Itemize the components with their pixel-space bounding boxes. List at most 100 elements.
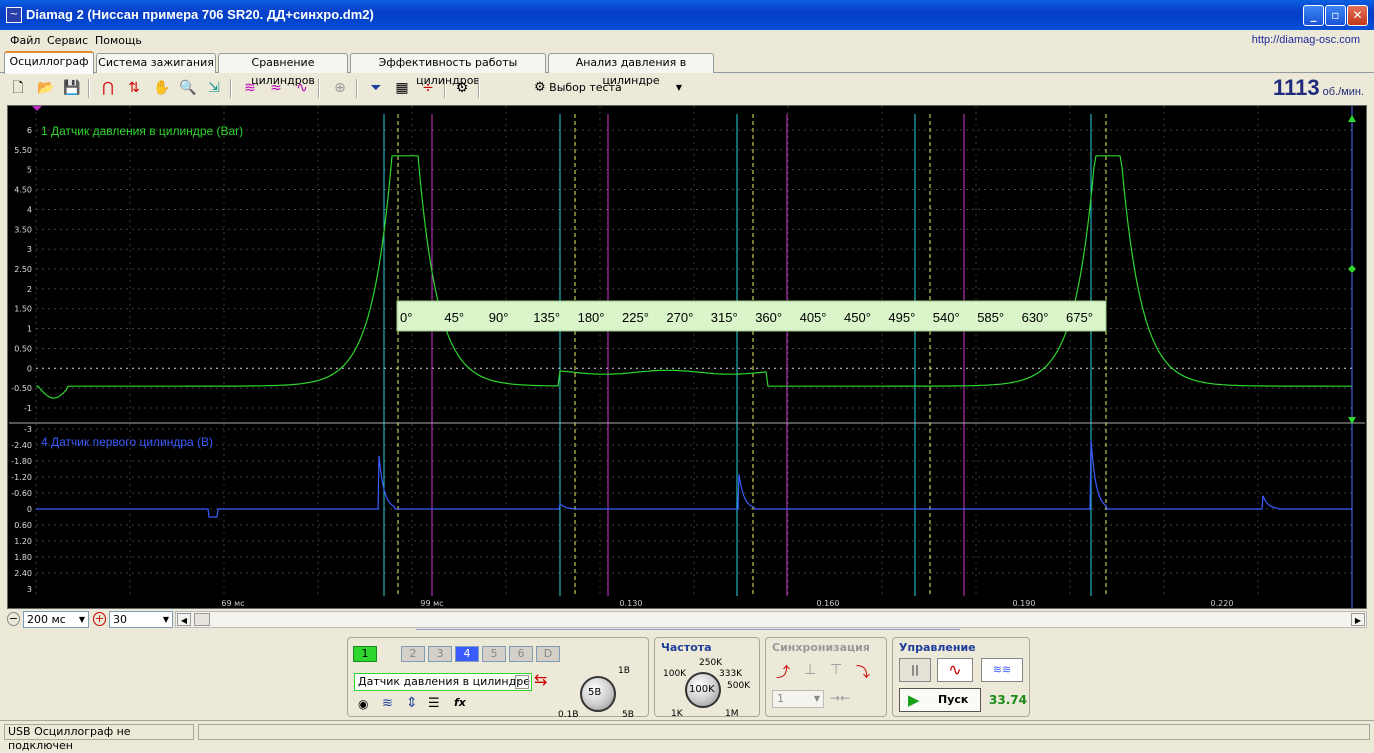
zoom-icon[interactable]: 🔍 — [178, 78, 198, 98]
more-icon[interactable]: ··· — [515, 675, 529, 689]
sync-channel-value: 1 — [777, 692, 784, 705]
zoom-in-icon[interactable]: + — [93, 612, 106, 626]
sync-arrows-icon[interactable]: →← — [830, 691, 850, 705]
sync-title: Синхронизация — [772, 641, 870, 654]
zoom-fit-icon[interactable]: ⇲ — [204, 78, 224, 98]
waveform-icon[interactable]: ≋ — [382, 696, 393, 711]
vertical-scale-icon[interactable]: ⇕ — [406, 695, 418, 711]
ch4-tick-label: -0.60 — [11, 489, 32, 498]
toolbar-separator — [356, 79, 358, 98]
degree-label: 675° — [1066, 310, 1093, 325]
scroll-thumb[interactable] — [194, 613, 210, 626]
play-icon: ▶ — [908, 691, 920, 709]
measure-icon[interactable]: ⇅ — [124, 78, 144, 98]
ch4-tick-label: -1.20 — [11, 473, 32, 482]
maximize-button[interactable]: ▫ — [1325, 5, 1346, 26]
sync-down-icon[interactable]: ⊤ — [830, 662, 842, 678]
trigger-icon[interactable]: ⋂ — [98, 78, 118, 98]
degree-label: 540° — [933, 310, 960, 325]
ch1-tick-label: 0.50 — [14, 344, 32, 353]
splitter[interactable] — [416, 629, 960, 635]
frequency-title: Частота — [661, 641, 712, 654]
degree-label: 450° — [844, 310, 871, 325]
tab-cylinder-efficiency[interactable]: Эффективность работы цилиндров — [350, 53, 546, 87]
sync-up-icon[interactable]: ⊥ — [804, 662, 816, 678]
waveform-stack-icon[interactable]: ≈ — [266, 78, 286, 98]
scroll-left-icon[interactable]: ◀ — [177, 613, 191, 626]
cursor-lines-icon[interactable]: ÷ — [418, 78, 438, 98]
ch1-tick-label: 2 — [27, 285, 32, 294]
tab-oscilloscope[interactable]: Осциллограф — [4, 51, 94, 74]
degree-label: 630° — [1022, 310, 1049, 325]
timebase-unit: мс — [51, 613, 66, 626]
grid-lines — [35, 106, 1353, 596]
title-bar: ~ Diamag 2 (Ниссан примера 706 SR20. ДД+… — [0, 0, 1374, 30]
sync-channel-select[interactable]: 1 ▼ — [772, 690, 824, 708]
start-button[interactable]: ▶ Пуск — [899, 688, 981, 712]
ch1-tick-label: 5 — [27, 166, 32, 175]
menu-help[interactable]: Помощь — [95, 34, 142, 47]
channel-button-5[interactable]: 5 — [482, 646, 506, 662]
scroll-right-icon[interactable]: ▶ — [1351, 613, 1365, 626]
horizontal-scrollbar[interactable]: ◀ ▶ — [175, 611, 1367, 628]
channel-button-4[interactable]: 4 — [455, 646, 479, 662]
filter-icon[interactable]: ⏷ — [366, 78, 386, 98]
dashed-lines-icon[interactable]: ☰ — [428, 696, 440, 711]
sync-rising-icon[interactable]: ⤴ — [776, 662, 790, 682]
sensor-swap-icon[interactable]: ⇆ — [534, 670, 547, 689]
control-panel: 1 2 3 4 5 6 D Датчик давления в цилиндре… — [0, 629, 1374, 720]
menu-file[interactable]: Файл — [10, 34, 40, 47]
sync-auto-icon[interactable]: ⤵ — [856, 662, 870, 682]
degree-label: 90° — [489, 310, 509, 325]
count-select[interactable]: 30 ▼ — [109, 611, 173, 628]
voltage-max-label: 5В — [622, 710, 634, 720]
degree-label: 315° — [711, 310, 738, 325]
channel-button-2[interactable]: 2 — [401, 646, 425, 662]
timebase-bar: − 200 мс ▼ + 30 ▼ ◀ ▶ — [7, 611, 1367, 629]
zoom-out-icon[interactable]: − — [7, 612, 20, 626]
rpm-value: 1113 — [1273, 75, 1320, 100]
oscilloscope-display[interactable]: 6 5.50 5 4.50 4 3.50 3 2.50 2 1.50 1 0.50 0 -0.50 -1 -3… — [7, 105, 1367, 609]
toolbar-separator — [318, 79, 320, 98]
menu-service[interactable]: Сервис — [47, 34, 88, 47]
channel-button-1[interactable]: 1 — [353, 646, 377, 662]
multi-mode-button[interactable]: ≋≋ — [981, 658, 1023, 682]
auto-trigger-icon[interactable]: ⊕ — [330, 78, 350, 98]
timebase-select[interactable]: 200 мс ▼ — [23, 611, 89, 628]
pause-button[interactable]: || — [899, 658, 931, 682]
channel-button-6[interactable]: 6 — [509, 646, 533, 662]
chevron-down-icon: ▼ — [813, 694, 820, 703]
degree-label: 405° — [800, 310, 827, 325]
sensor-select[interactable]: Датчик давления в цилиндре ··· — [354, 673, 532, 691]
grid-icon[interactable]: ▦ — [392, 78, 412, 98]
tab-cylinder-compare[interactable]: Сравнение цилиндров — [218, 53, 348, 87]
channel-button-3[interactable]: 3 — [428, 646, 452, 662]
close-button[interactable]: ✕ — [1347, 5, 1368, 26]
time-label: 0.130 — [620, 599, 643, 608]
eye-icon[interactable]: ◉ — [358, 697, 368, 711]
hand-icon[interactable]: ✋ — [152, 78, 172, 98]
function-icon[interactable]: fx — [454, 696, 466, 709]
auto-icon[interactable]: ⚙ — [452, 78, 472, 98]
waveform-compress-icon[interactable]: ≋ — [240, 78, 260, 98]
new-file-icon[interactable]: 🗋 — [8, 78, 28, 98]
level-marker-icon[interactable] — [1348, 265, 1356, 273]
toolbar-separator — [444, 79, 446, 98]
pressure-trace — [36, 155, 1352, 399]
scroll-up-marker-icon[interactable] — [1348, 115, 1356, 122]
ch1-tick-label: 2.50 — [14, 265, 32, 274]
sensor-value: Датчик давления в цилиндре — [358, 675, 530, 688]
tab-pressure-analysis[interactable]: Анализ давления в цилиндре — [548, 53, 714, 87]
save-icon[interactable]: 💾 — [62, 78, 82, 98]
minimize-button[interactable]: _ — [1303, 5, 1324, 26]
channel-button-d[interactable]: D — [536, 646, 560, 662]
tab-ignition[interactable]: Система зажигания — [96, 53, 216, 73]
test-select-icon: ⚙ — [534, 80, 546, 95]
ch4-tick-label: 1.20 — [14, 537, 32, 546]
test-select-dropdown[interactable]: ⚙ Выбор теста ▼ — [534, 78, 688, 98]
open-folder-icon[interactable]: 📂 — [36, 78, 56, 98]
waveform-overlay-icon[interactable]: ∿ — [292, 78, 312, 98]
freq-label-500k: 500K — [727, 681, 751, 691]
sine-mode-button[interactable]: ∿ — [937, 658, 973, 682]
website-url[interactable]: http://diamag-osc.com — [1252, 34, 1360, 46]
